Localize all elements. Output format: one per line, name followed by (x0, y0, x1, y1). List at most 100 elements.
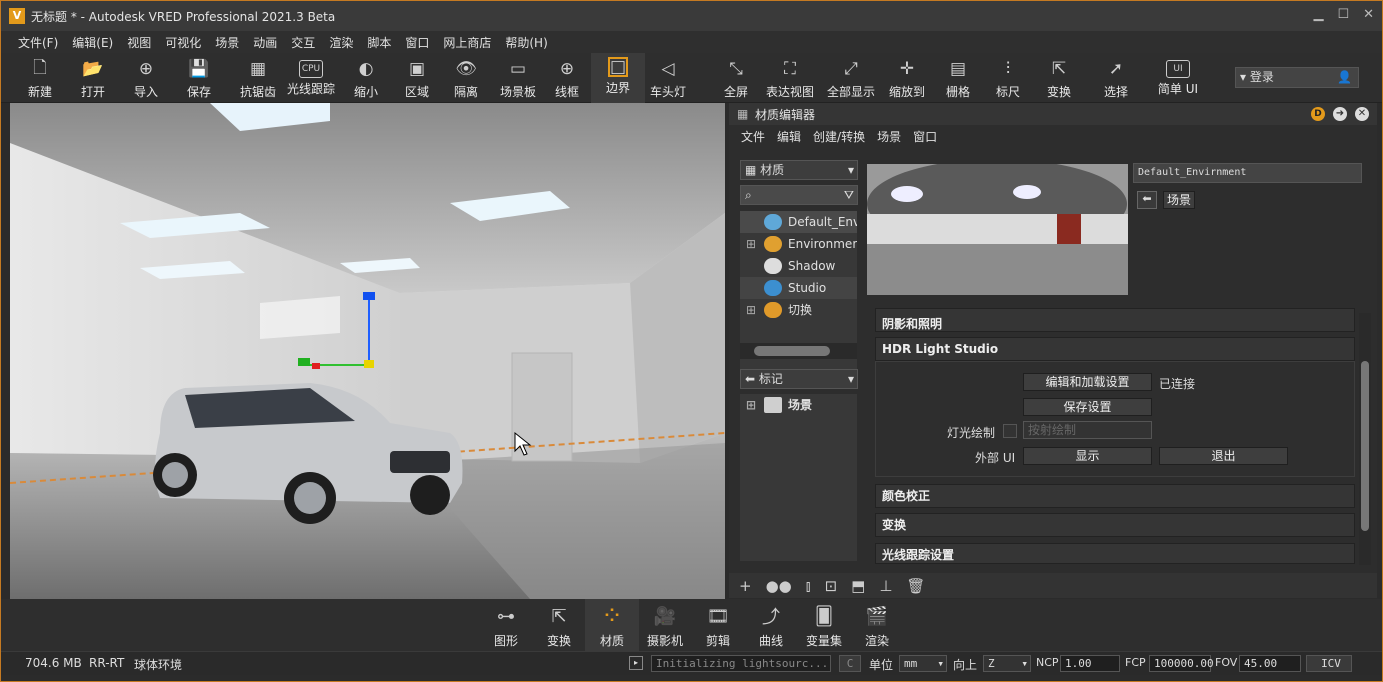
module-button-clip[interactable]: 🎞 剪辑 (691, 599, 745, 651)
arrow-right-icon[interactable]: ➜ (1333, 107, 1347, 121)
menu-script[interactable]: 脚本 (367, 34, 391, 51)
minimize-button[interactable]: ▁ (1313, 7, 1323, 22)
expand-icon[interactable]: ⊞ (746, 394, 756, 416)
tags-dropdown[interactable]: ⬅ 标记 ▾ (740, 369, 858, 389)
up-axis-dropdown[interactable]: Z ▾ (983, 655, 1031, 672)
vertical-scrollbar[interactable] (1359, 313, 1371, 565)
section-hdr-light-studio[interactable]: HDR Light Studio (875, 337, 1355, 361)
close-button[interactable]: ✕ (1363, 7, 1374, 22)
me-menu-edit[interactable]: 编辑 (777, 128, 801, 145)
toolbar-button-eye[interactable]: 👁 隔离 (439, 53, 493, 103)
me-menu-window[interactable]: 窗口 (913, 128, 937, 145)
panel-close-icon[interactable]: ✕ (1355, 107, 1369, 121)
toolbar-button-select[interactable]: ➚ 选择 (1089, 53, 1143, 103)
toolbar-button-contrast[interactable]: ◐ 缩小 (339, 53, 393, 103)
fov-input[interactable]: 45.00 (1239, 655, 1301, 672)
brush-icon[interactable]: ⊥ (879, 577, 892, 595)
toolbar-button-region[interactable]: ▣ 区域 (390, 53, 444, 103)
me-menu-scene[interactable]: 场景 (877, 128, 901, 145)
menu-webshop[interactable]: 网上商店 (443, 34, 491, 51)
material-name-field[interactable]: Default_Envirnment (1133, 163, 1362, 183)
tag-icon[interactable]: ⬅ (1137, 191, 1157, 209)
toolbar-button-ruler[interactable]: ⫶ 标尺 (981, 53, 1035, 103)
module-button-graph[interactable]: ⊶ 图形 (479, 599, 533, 651)
toolbar-button-simple-ui[interactable]: UI 简单 UI (1151, 53, 1205, 103)
scene-tag-button[interactable]: 场景 (1163, 191, 1195, 209)
material-filter-dropdown[interactable]: ▦ 材质 ▾ (740, 160, 858, 180)
toolbar-button-antialias[interactable]: ▦ 抗锯齿 (231, 53, 285, 103)
toolbar-button-wireframe[interactable]: ⊕ 线框 (540, 53, 594, 103)
terminal-icon[interactable]: ▸ (629, 656, 643, 670)
toolbar-button-cpu[interactable]: CPU 光线跟踪 (284, 53, 338, 103)
assign-icon[interactable]: ⊡ (825, 577, 838, 595)
maximize-button[interactable]: ☐ (1337, 7, 1349, 22)
toolbar-button-presentation[interactable]: ⛶ 表达视图 (763, 53, 817, 103)
module-button-curves[interactable]: ⤴ 曲线 (744, 599, 798, 651)
save-settings-button[interactable]: 保存设置 (1023, 398, 1152, 416)
align-icon[interactable]: ⫾ (806, 577, 811, 595)
exit-button[interactable]: 退出 (1159, 447, 1288, 465)
console-output[interactable]: Initializing lightsourc... (651, 655, 831, 672)
tree-item-switch[interactable]: ⊞ 切换 (740, 299, 857, 321)
expand-icon[interactable]: ⊞ (746, 299, 756, 321)
section-color-correction[interactable]: 颜色校正 (875, 484, 1355, 508)
menu-scene[interactable]: 场景 (215, 34, 239, 51)
light-paint-checkbox[interactable] (1003, 424, 1017, 438)
add-icon[interactable]: + (739, 577, 752, 595)
module-button-transform[interactable]: ⇱ 变换 (532, 599, 586, 651)
toolbar-button-bounds[interactable]: □ 边界 (591, 53, 645, 103)
tree-item-shadow[interactable]: Shadow (740, 255, 857, 277)
menu-edit[interactable]: 编辑(E) (72, 34, 113, 51)
dock-d-icon[interactable]: D (1311, 107, 1325, 121)
menu-view[interactable]: 视图 (127, 34, 151, 51)
toolbar-button-headlight[interactable]: ◁ 车头灯 (641, 53, 695, 103)
light-paint-dropdown[interactable]: 按射绘制 (1023, 421, 1152, 439)
menu-interaction[interactable]: 交互 (291, 34, 315, 51)
3d-viewport[interactable] (10, 103, 725, 599)
me-menu-create[interactable]: 创建/转换 (813, 128, 865, 145)
toolbar-button-showall[interactable]: ⤢ 全部显示 (824, 53, 878, 103)
menu-help[interactable]: 帮助(H) (505, 34, 547, 51)
toolbar-button-transform[interactable]: ⇱ 变换 (1032, 53, 1086, 103)
module-button-variantsets[interactable]: 🂠 变量集 (797, 599, 851, 651)
toolbar-button-grid[interactable]: ▤ 栅格 (931, 53, 985, 103)
menu-visualization[interactable]: 可视化 (165, 34, 201, 51)
icv-button[interactable]: ICV (1306, 655, 1352, 672)
expand-icon[interactable]: ⊞ (746, 233, 756, 255)
tree-item-default-env[interactable]: Default_Envi (740, 211, 857, 233)
toolbar-button-folder[interactable]: 📂 打开 (66, 53, 120, 103)
toolbar-button-save[interactable]: 💾 保存 (172, 53, 226, 103)
menu-animation[interactable]: 动画 (253, 34, 277, 51)
module-button-clapper[interactable]: 🎬 渲染 (850, 599, 904, 651)
c-button[interactable]: C (839, 655, 861, 672)
fcp-input[interactable]: 100000.00 (1149, 655, 1214, 672)
show-button[interactable]: 显示 (1023, 447, 1152, 465)
toolbar-button-new-file[interactable]: 🗋 新建 (13, 53, 67, 103)
tree-horizontal-scrollbar[interactable] (740, 343, 857, 359)
delete-icon[interactable]: 🗑 (906, 577, 925, 595)
toolbar-button-fullscreen[interactable]: ⤡ 全屏 (709, 53, 763, 103)
tag-assign-icon[interactable]: ⬒ (851, 577, 865, 595)
toolbar-button-sceneplate[interactable]: ▭ 场景板 (491, 53, 545, 103)
menu-file[interactable]: 文件(F) (18, 34, 58, 51)
unit-dropdown[interactable]: mm ▾ (899, 655, 947, 672)
ncp-input[interactable]: 1.00 (1060, 655, 1120, 672)
toolbar-button-import[interactable]: ⊕ 导入 (119, 53, 173, 103)
filter-icon[interactable]: ⛛ (844, 186, 854, 204)
section-shadow-lighting[interactable]: 阴影和照明 (875, 308, 1355, 332)
tree-item-environment[interactable]: ⊞ Environment (740, 233, 857, 255)
menu-render[interactable]: 渲染 (329, 34, 353, 51)
me-menu-file[interactable]: 文件 (741, 128, 765, 145)
login-dropdown[interactable]: ▾ 登录 👤 (1235, 67, 1359, 88)
duplicate-icon[interactable]: ●● (766, 577, 792, 595)
section-transform[interactable]: 变换 (875, 513, 1355, 537)
tag-item-scene[interactable]: ⊞ 场景 (740, 394, 857, 416)
module-button-materials[interactable]: ⁘ 材质 (585, 599, 639, 651)
tree-item-studio[interactable]: Studio (740, 277, 857, 299)
module-button-camera[interactable]: 🎥 摄影机 (638, 599, 692, 651)
edit-load-settings-button[interactable]: 编辑和加载设置 (1023, 373, 1152, 391)
menu-window[interactable]: 窗口 (405, 34, 429, 51)
material-search-input[interactable]: ⌕ ⛛ (740, 185, 858, 205)
section-raytracing-settings[interactable]: 光线跟踪设置 (875, 543, 1355, 564)
toolbar-button-zoomto[interactable]: ✛ 缩放到 (880, 53, 934, 103)
